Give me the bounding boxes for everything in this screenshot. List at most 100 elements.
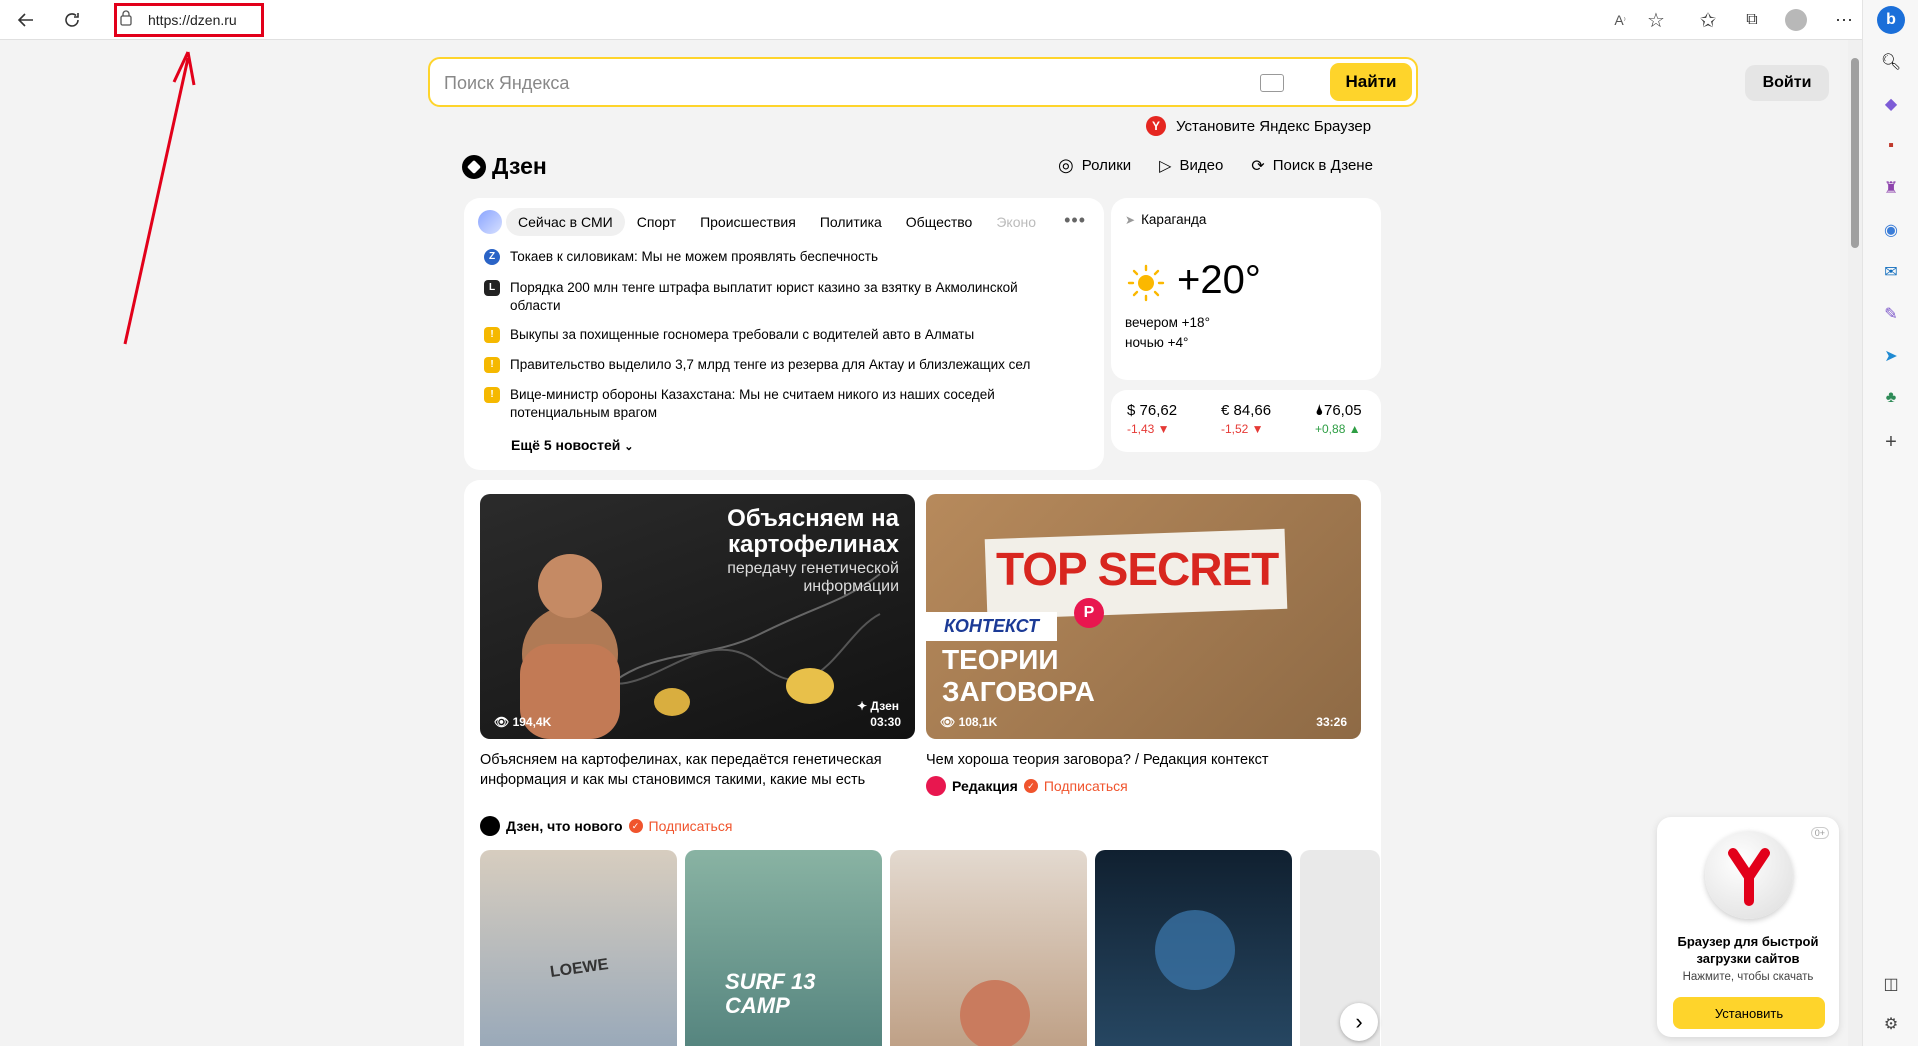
more-menu-icon[interactable]: ⋯: [1830, 6, 1858, 34]
more-news-button[interactable]: Ещё 5 новостей ⌄: [511, 437, 633, 453]
short-person: [960, 980, 1030, 1046]
dzen-channel-icon: [480, 816, 500, 836]
search-input[interactable]: [444, 69, 1244, 97]
eye-icon: 👁︎: [494, 715, 510, 729]
install-button[interactable]: Установить: [1673, 997, 1825, 1029]
rate-delta: +0,88 ▲: [1315, 422, 1361, 436]
tab-society[interactable]: Общество: [894, 208, 985, 236]
tab-incidents[interactable]: Происшествия: [688, 208, 808, 236]
video-channel: Дзен, что нового ✓ Подписаться: [480, 816, 732, 836]
tab-economy[interactable]: Эконо: [984, 208, 1048, 236]
favorite-star-icon[interactable]: ☆: [1642, 6, 1670, 34]
city-name: Караганда: [1141, 212, 1207, 227]
video-thumbnail[interactable]: Объясняем на картофелинах передачу генет…: [480, 494, 915, 739]
office-icon[interactable]: ◉: [1879, 218, 1903, 242]
shopping-icon[interactable]: ◆: [1879, 92, 1903, 116]
video-thumbnail[interactable]: TOP SECRET КОНТЕКСТ P ТЕОРИИ ЗАГОВОРА 👁︎…: [926, 494, 1361, 739]
tools-icon[interactable]: ▪: [1879, 134, 1903, 158]
short-video-thumbnail[interactable]: SURF 13 CAMP: [685, 850, 882, 1046]
keyboard-icon[interactable]: [1260, 74, 1284, 92]
nav-search-dzen[interactable]: ⟳ Поиск в Дзене: [1251, 155, 1373, 176]
tab-now-in-media[interactable]: Сейчас в СМИ: [506, 208, 625, 236]
eye-icon: 👁︎: [940, 715, 956, 729]
short-video-thumbnail[interactable]: LOEWE: [480, 850, 677, 1046]
news-item-text: Вице-министр обороны Казахстана: Мы не с…: [510, 387, 995, 420]
news-source-icon: [478, 210, 502, 234]
news-item-text: Порядка 200 млн тенге штрафа выплатит юр…: [510, 280, 1018, 313]
top-secret-text: TOP SECRET: [996, 543, 1279, 595]
dzen-watermark: ✦ Дзен: [857, 699, 899, 713]
browser-sidebar: b 🔍︎ ◆ ▪ ♜ ◉ ✉ ✎ ➤ ♣ + ◫ ⚙: [1862, 0, 1918, 1046]
next-arrow-button[interactable]: ›: [1340, 1003, 1378, 1041]
dzen-nav: ◎ Ролики ▷ Видео ⟳ Поиск в Дзене: [1058, 155, 1373, 176]
weather-card[interactable]: ➤ Караганда +20° вечером +18° ночью +4°: [1111, 198, 1381, 380]
settings-gear-icon[interactable]: ⚙: [1879, 1012, 1903, 1036]
news-item[interactable]: ! Вице-министр обороны Казахстана: Мы не…: [484, 386, 1064, 422]
tab-sport[interactable]: Спорт: [625, 208, 688, 236]
rates-card[interactable]: $ 76,62 -1,43 ▼ € 84,66 -1,52 ▼ 🌢76,05 +…: [1111, 390, 1381, 452]
video-title[interactable]: Чем хороша теория заговора? / Редакция к…: [926, 750, 1356, 770]
add-icon[interactable]: +: [1879, 430, 1903, 454]
browser-promo-popup[interactable]: 0+ Браузер для быстрой загрузки сайтов Н…: [1657, 817, 1839, 1037]
age-badge: 0+: [1810, 827, 1829, 839]
rate-delta: -1,43 ▼: [1127, 422, 1170, 436]
subscribe-button[interactable]: Подписаться: [1044, 778, 1128, 794]
tab-politics[interactable]: Политика: [808, 208, 894, 236]
news-item[interactable]: L Порядка 200 млн тенге штрафа выплатит …: [484, 279, 1064, 315]
tree-icon[interactable]: ♣: [1879, 386, 1903, 410]
video-duration: 03:30: [870, 715, 901, 729]
short-video-thumbnail[interactable]: [1095, 850, 1292, 1046]
read-aloud-icon[interactable]: A ⁾: [1606, 6, 1634, 34]
login-button[interactable]: Войти: [1745, 65, 1829, 101]
bing-icon[interactable]: b: [1877, 6, 1905, 34]
collections-icon[interactable]: ⧉: [1738, 6, 1766, 34]
designer-icon[interactable]: ✎: [1879, 302, 1903, 326]
sidebar-toggle-icon[interactable]: ◫: [1879, 972, 1903, 996]
redakciya-channel-icon: [926, 776, 946, 796]
news-item-text: Выкупы за похищенные госномера требовали…: [510, 327, 975, 342]
promo-subtitle: Нажмите, чтобы скачать: [1682, 971, 1814, 983]
search-button[interactable]: Найти: [1330, 63, 1412, 101]
address-bar[interactable]: [110, 4, 1640, 36]
video-title[interactable]: Объясняем на картофелинах, как передаётс…: [480, 750, 910, 790]
subscribe-button[interactable]: Подписаться: [649, 818, 733, 834]
nav-shorts[interactable]: ◎ Ролики: [1058, 155, 1131, 176]
verified-icon: ✓: [628, 819, 643, 833]
news-item[interactable]: ! Выкупы за похищенные госномера требова…: [484, 326, 1064, 344]
short-video-thumbnail[interactable]: [890, 850, 1087, 1046]
news-item-text: Правительство выделило 3,7 млрд тенге из…: [510, 357, 1031, 372]
short-person: [1155, 910, 1235, 990]
yandex-search-box: Найти: [428, 57, 1418, 107]
news-source-icon: Z: [484, 249, 500, 265]
search-dzen-icon: ⟳: [1251, 157, 1265, 175]
back-icon[interactable]: [12, 6, 40, 34]
favorites-icon[interactable]: ✩: [1694, 6, 1722, 34]
channel-name[interactable]: Редакция: [952, 778, 1018, 794]
channel-name[interactable]: Дзен, что нового: [506, 818, 623, 834]
news-item[interactable]: ! Правительство выделило 3,7 млрд тенге …: [484, 356, 1064, 374]
redakciya-logo-icon: P: [1074, 598, 1104, 628]
dzen-logo[interactable]: Дзен: [462, 153, 547, 180]
reload-icon[interactable]: [58, 6, 86, 34]
more-tabs-icon[interactable]: •••: [1064, 210, 1086, 231]
video-channel: Редакция ✓ Подписаться: [926, 776, 1128, 796]
weather-night: ночью +4°: [1125, 335, 1189, 350]
search-icon[interactable]: 🔍︎: [1879, 50, 1903, 74]
outlook-icon[interactable]: ✉: [1879, 260, 1903, 284]
news-item[interactable]: Z Токаев к силовикам: Мы не можем проявл…: [484, 248, 1064, 266]
rate-value: 🌢76,05: [1315, 402, 1362, 419]
profile-icon[interactable]: [1782, 6, 1810, 34]
video-overlay-title: ТЕОРИИ ЗАГОВОРА: [942, 644, 1095, 707]
nav-shorts-label: Ролики: [1081, 157, 1132, 174]
weather-temp: +20°: [1177, 258, 1261, 302]
more-news-label: Ещё 5 новостей: [511, 437, 621, 453]
scrollbar-thumb[interactable]: [1851, 58, 1859, 248]
news-item-text: Токаев к силовикам: Мы не можем проявлят…: [510, 249, 878, 264]
url-highlight-box: [114, 3, 264, 37]
rate-value: $ 76,62: [1127, 402, 1178, 419]
send-icon[interactable]: ➤: [1879, 344, 1903, 368]
games-icon[interactable]: ♜: [1879, 176, 1903, 200]
install-browser-link[interactable]: Y Установите Яндекс Браузер: [1146, 115, 1371, 137]
weather-evening: вечером +18°: [1125, 315, 1210, 330]
nav-video[interactable]: ▷ Видео: [1159, 155, 1223, 176]
